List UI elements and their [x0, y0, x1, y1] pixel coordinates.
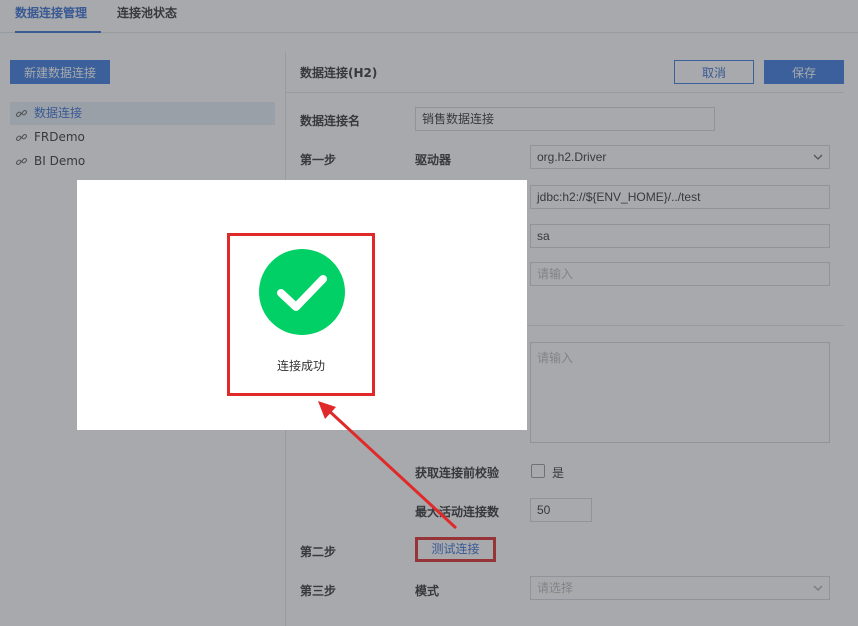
annotation-highlight-box — [227, 233, 375, 396]
